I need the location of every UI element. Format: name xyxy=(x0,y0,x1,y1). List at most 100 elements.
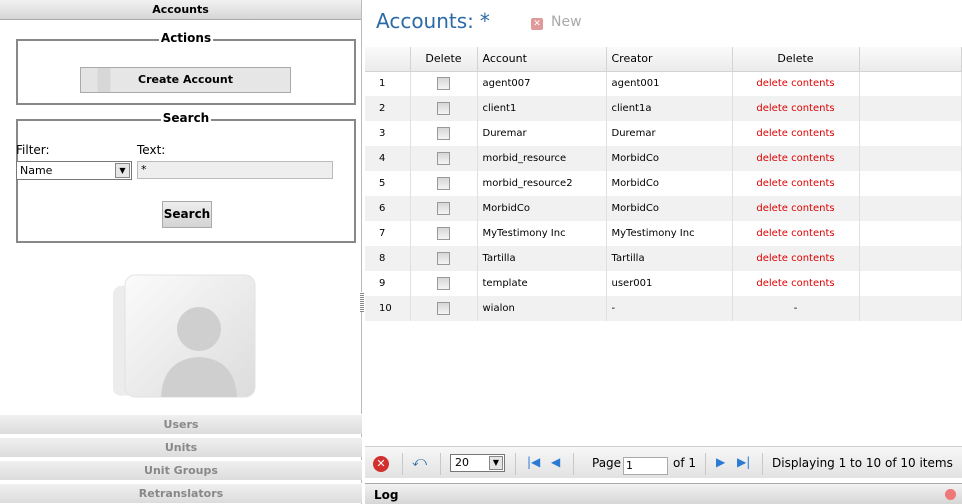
nav-retranslators[interactable]: Retranslators xyxy=(0,483,362,503)
col-creator[interactable]: Creator xyxy=(606,47,733,72)
stop-icon[interactable]: ✕ xyxy=(373,456,389,472)
col-account[interactable]: Account xyxy=(477,47,607,72)
account-cell: MorbidCo xyxy=(477,196,607,221)
table-row[interactable]: 1 agent007 agent001 delete contents xyxy=(365,71,962,96)
page-title: Accounts: * xyxy=(376,9,490,33)
delete-contents-link[interactable]: delete contents xyxy=(732,171,860,196)
account-cell: MyTestimony Inc xyxy=(477,221,607,246)
table-row[interactable]: 4 morbid_resource MorbidCo delete contents xyxy=(365,146,962,171)
search-text-input[interactable]: * xyxy=(137,161,333,179)
delete-checkbox[interactable] xyxy=(437,77,450,91)
account-cell: agent007 xyxy=(477,71,607,96)
account-cell: morbid_resource xyxy=(477,146,607,171)
search-mask: * xyxy=(479,9,490,33)
table-row[interactable]: 10 wialon - - xyxy=(365,296,962,321)
table-row[interactable]: 7 MyTestimony Inc MyTestimony Inc delete co… xyxy=(365,221,962,246)
delete-contents-link[interactable]: delete contents xyxy=(732,71,860,96)
page-input[interactable]: 1 xyxy=(623,457,668,475)
nav-users[interactable]: Users xyxy=(0,414,362,434)
row-number: 2 xyxy=(365,96,411,121)
col-delete-check[interactable]: Delete xyxy=(410,47,478,72)
log-label: Log xyxy=(374,488,399,502)
creator-cell: Duremar xyxy=(606,121,733,146)
table-row[interactable]: 9 template user001 delete contents xyxy=(365,271,962,296)
creator-cell: client1a xyxy=(606,96,733,121)
creator-cell: Tartilla xyxy=(606,246,733,271)
creator-cell: MyTestimony Inc xyxy=(606,221,733,246)
delete-contents-link[interactable]: delete contents xyxy=(732,271,860,296)
row-number: 4 xyxy=(365,146,411,171)
row-number: 1 xyxy=(365,71,411,96)
row-number: 5 xyxy=(365,171,411,196)
delete-checkbox[interactable] xyxy=(437,152,450,165)
account-cell: morbid_resource2 xyxy=(477,171,607,196)
creator-cell: - xyxy=(606,296,733,321)
delete-checkbox[interactable] xyxy=(437,102,450,115)
account-cell: Tartilla xyxy=(477,246,607,271)
row-number: 10 xyxy=(365,296,411,321)
creator-cell: MorbidCo xyxy=(606,196,733,221)
filter-label: Filter: xyxy=(16,143,50,157)
display-count: Displaying 1 to 10 of 10 items xyxy=(772,456,953,470)
creator-cell: user001 xyxy=(606,271,733,296)
row-number: 8 xyxy=(365,246,411,271)
page-size-select[interactable]: 20 ▼ xyxy=(450,454,505,472)
col-delete[interactable]: Delete xyxy=(732,47,860,72)
delete-contents-link[interactable]: delete contents xyxy=(732,146,860,171)
filter-value: Name xyxy=(20,164,53,177)
creator-cell: MorbidCo xyxy=(606,171,733,196)
creator-cell: agent001 xyxy=(606,71,733,96)
title-bar: Accounts: * ✕ New xyxy=(365,0,962,47)
accounts-table: Delete Account Creator Delete 1 agent007 a… xyxy=(365,47,962,321)
delete-checkbox[interactable] xyxy=(437,302,450,315)
table-row[interactable]: 5 morbid_resource2 MorbidCo delete contents xyxy=(365,171,962,196)
row-number: 3 xyxy=(365,121,411,146)
delete-checkbox[interactable] xyxy=(437,227,450,240)
text-label: Text: xyxy=(137,143,166,157)
delete-contents-link[interactable]: delete contents xyxy=(732,246,860,271)
prev-page-icon[interactable]: ◀ xyxy=(551,455,560,469)
account-avatar-icon xyxy=(113,274,256,398)
left-panel: Accounts Actions Create Account Search F… xyxy=(0,0,364,504)
last-page-icon[interactable]: ▶| xyxy=(737,455,750,469)
page-of-label: of 1 xyxy=(673,456,697,470)
pager-toolbar: ✕ ⤺ 20 ▼ |◀ ◀ Page 1 of 1 ▶ ▶| Displayin… xyxy=(365,446,962,478)
nav-units[interactable]: Units xyxy=(0,437,362,457)
delete-contents-link: - xyxy=(732,296,860,321)
create-account-button[interactable]: Create Account xyxy=(80,67,291,93)
collapse-icon[interactable] xyxy=(945,489,956,500)
table-row[interactable]: 3 Duremar Duremar delete contents xyxy=(365,121,962,146)
delete-contents-link[interactable]: delete contents xyxy=(732,221,860,246)
nav-unit-groups[interactable]: Unit Groups xyxy=(0,460,362,480)
creator-cell: MorbidCo xyxy=(606,146,733,171)
new-button[interactable]: New xyxy=(551,14,582,30)
accounts-header: Accounts xyxy=(0,0,361,20)
search-button[interactable]: Search xyxy=(162,201,212,228)
delete-checkbox[interactable] xyxy=(437,277,450,290)
table-row[interactable]: 6 MorbidCo MorbidCo delete contents xyxy=(365,196,962,221)
account-cell: Duremar xyxy=(477,121,607,146)
next-page-icon[interactable]: ▶ xyxy=(716,455,725,469)
delete-checkbox[interactable] xyxy=(437,177,450,190)
row-number: 7 xyxy=(365,221,411,246)
delete-checkbox[interactable] xyxy=(437,127,450,140)
refresh-icon[interactable]: ⤺ xyxy=(412,454,427,470)
chevron-down-icon[interactable]: ▼ xyxy=(489,456,503,470)
table-row[interactable]: 8 Tartilla Tartilla delete contents xyxy=(365,246,962,271)
delete-contents-link[interactable]: delete contents xyxy=(732,196,860,221)
new-icon[interactable]: ✕ xyxy=(531,18,543,30)
delete-checkbox[interactable] xyxy=(437,202,450,215)
first-page-icon[interactable]: |◀ xyxy=(527,455,540,469)
row-number: 6 xyxy=(365,196,411,221)
log-bar[interactable]: Log xyxy=(365,483,962,504)
filter-select[interactable]: Name ▼ xyxy=(16,161,132,180)
chevron-down-icon[interactable]: ▼ xyxy=(115,163,130,178)
account-cell: template xyxy=(477,271,607,296)
delete-contents-link[interactable]: delete contents xyxy=(732,121,860,146)
account-cell: client1 xyxy=(477,96,607,121)
search-legend: Search xyxy=(160,111,212,125)
table-row[interactable]: 2 client1 client1a delete contents xyxy=(365,96,962,121)
delete-checkbox[interactable] xyxy=(437,252,450,265)
delete-contents-link[interactable]: delete contents xyxy=(732,96,860,121)
panel-splitter[interactable] xyxy=(360,292,364,312)
